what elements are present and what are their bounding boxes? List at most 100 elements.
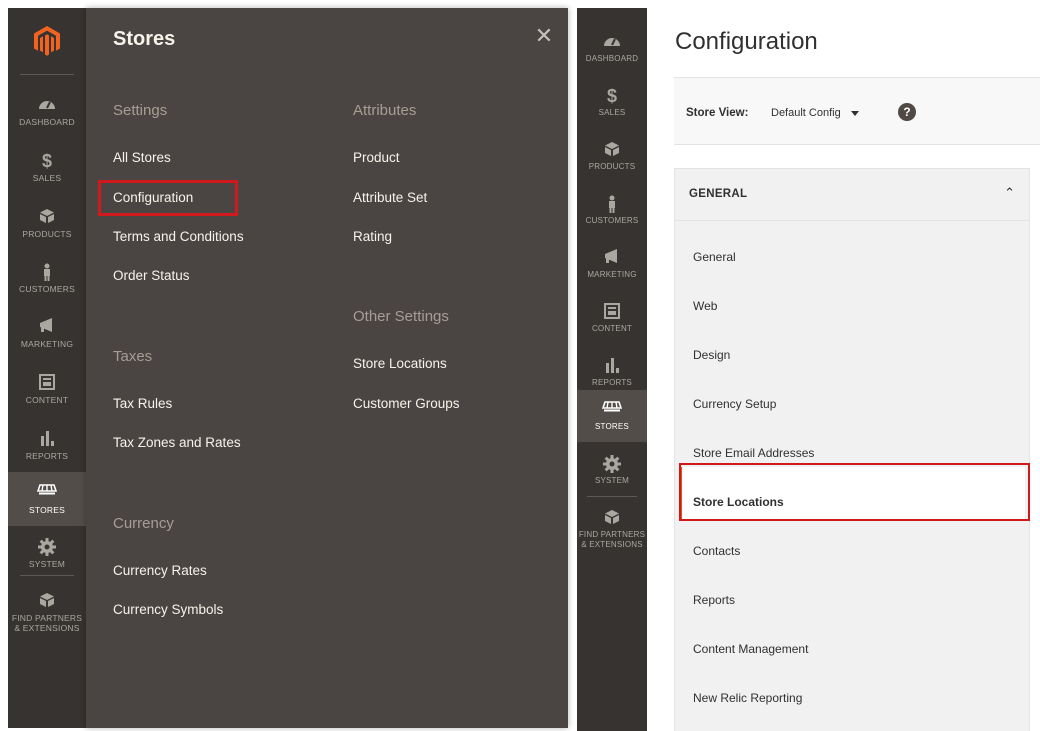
config-tab-new-relic-reporting[interactable]: New Relic Reporting xyxy=(693,691,802,705)
sidebar-item-customers[interactable]: CUSTOMERS xyxy=(577,184,647,236)
section-title-settings: Settings xyxy=(113,102,168,119)
sidebar-divider xyxy=(20,74,74,75)
sidebar-item-content[interactable]: CONTENT xyxy=(577,292,647,344)
store-view-dropdown[interactable]: Default Config xyxy=(771,107,841,119)
sidebar-label: CUSTOMERS xyxy=(19,283,75,294)
flyout-title: Stores xyxy=(113,28,176,50)
config-tab-content-management[interactable]: Content Management xyxy=(693,642,808,656)
menu-link-store-locations[interactable]: Store Locations xyxy=(353,356,447,371)
menu-link-rating[interactable]: Rating xyxy=(353,229,392,244)
section-title-other-settings: Other Settings xyxy=(353,308,449,325)
config-tab-currency-setup[interactable]: Currency Setup xyxy=(693,397,776,411)
config-tab-general[interactable]: General xyxy=(693,250,736,264)
menu-link-order-status[interactable]: Order Status xyxy=(113,268,190,283)
sidebar-label: SALES xyxy=(32,172,62,183)
sidebar-item-content[interactable]: CONTENT xyxy=(8,362,86,416)
sidebar-item-find-partners[interactable]: FIND PARTNERS & EXTENSIONS xyxy=(577,500,647,558)
sidebar-label: PRODUCTS xyxy=(588,161,636,171)
gear-icon xyxy=(603,454,621,473)
bar-chart-icon xyxy=(604,357,620,375)
dashboard-icon xyxy=(38,96,56,114)
store-view-switcher-bar: Store View: Default Config ? xyxy=(674,77,1040,145)
sidebar-item-stores[interactable]: STORES xyxy=(577,390,647,442)
dollar-icon: $ xyxy=(606,85,617,106)
dashboard-icon xyxy=(603,33,621,51)
sidebar-item-marketing[interactable]: MARKETING xyxy=(8,306,86,360)
config-tab-group-general: GENERAL ⌃ General Web Design Currency Se… xyxy=(674,168,1030,731)
sidebar-item-reports[interactable]: REPORTS xyxy=(8,418,86,472)
sidebar-label: REPORTS xyxy=(592,377,632,387)
box-icon xyxy=(604,141,620,159)
menu-link-currency-rates[interactable]: Currency Rates xyxy=(113,563,207,578)
menu-link-customer-groups[interactable]: Customer Groups xyxy=(353,396,460,411)
bar-chart-icon xyxy=(39,430,55,448)
chevron-up-icon[interactable]: ⌃ xyxy=(1004,185,1015,201)
store-view-label: Store View: xyxy=(686,107,749,119)
sidebar-item-dashboard[interactable]: DASHBOARD xyxy=(8,84,86,138)
sidebar-label: SALES xyxy=(598,107,626,117)
config-group-header[interactable]: GENERAL ⌃ xyxy=(675,169,1029,221)
sidebar-label: CONTENT xyxy=(25,394,69,405)
page-title: Configuration xyxy=(675,28,818,55)
admin-sidebar: DASHBOARD $ SALES PRODUCTS CUSTOMERS MAR… xyxy=(8,8,86,728)
menu-link-attribute-set[interactable]: Attribute Set xyxy=(353,190,427,205)
sidebar-item-sales[interactable]: $ SALES xyxy=(577,76,647,128)
menu-link-currency-symbols[interactable]: Currency Symbols xyxy=(113,602,223,617)
sidebar-item-system[interactable]: SYSTEM xyxy=(8,526,86,580)
section-title-attributes: Attributes xyxy=(353,102,417,119)
menu-link-tax-rules[interactable]: Tax Rules xyxy=(113,396,172,411)
sidebar-item-marketing[interactable]: MARKETING xyxy=(577,238,647,290)
box-icon xyxy=(39,208,55,226)
sidebar-item-system[interactable]: SYSTEM xyxy=(577,444,647,496)
sidebar-label: MARKETING xyxy=(20,338,74,349)
sidebar-divider xyxy=(587,496,637,497)
sidebar-item-find-partners[interactable]: FIND PARTNERS & EXTENSIONS xyxy=(8,582,86,642)
megaphone-icon xyxy=(603,248,621,267)
magento-logo[interactable] xyxy=(8,8,86,74)
menu-link-all-stores[interactable]: All Stores xyxy=(113,150,171,165)
help-icon[interactable]: ? xyxy=(898,103,916,121)
sidebar-item-sales[interactable]: $ SALES xyxy=(8,140,86,194)
config-tab-design[interactable]: Design xyxy=(693,348,730,362)
stores-menu-screenshot: DASHBOARD $ SALES PRODUCTS CUSTOMERS MAR… xyxy=(8,8,568,728)
close-icon[interactable]: ✕ xyxy=(534,25,554,47)
admin-sidebar: DASHBOARD $ SALES PRODUCTS CUSTOMERS MAR… xyxy=(577,8,647,731)
config-group-title: GENERAL xyxy=(689,188,748,200)
layout-icon xyxy=(604,302,620,321)
sidebar-divider xyxy=(20,575,74,576)
sidebar-item-products[interactable]: PRODUCTS xyxy=(577,130,647,182)
configuration-screenshot: DASHBOARD $ SALES PRODUCTS CUSTOMERS MAR… xyxy=(577,8,1040,731)
menu-link-tax-zones-and-rates[interactable]: Tax Zones and Rates xyxy=(113,435,241,450)
config-tab-web[interactable]: Web xyxy=(693,299,717,313)
box-icon xyxy=(39,592,55,610)
section-title-taxes: Taxes xyxy=(113,348,153,365)
menu-link-product[interactable]: Product xyxy=(353,150,400,165)
config-tab-reports[interactable]: Reports xyxy=(693,593,735,607)
storefront-icon xyxy=(602,400,622,419)
sidebar-label: DASHBOARD xyxy=(19,116,75,127)
sidebar-label: STORES xyxy=(29,504,65,515)
sidebar-label: CUSTOMERS xyxy=(585,215,639,225)
sidebar-label: MARKETING xyxy=(587,269,637,279)
highlight-box xyxy=(679,463,1030,521)
person-icon xyxy=(42,263,52,281)
config-tab-contacts[interactable]: Contacts xyxy=(693,544,740,558)
config-tab-store-email-addresses[interactable]: Store Email Addresses xyxy=(693,446,814,460)
stores-flyout-menu: Stores ✕ Settings All Stores Configurati… xyxy=(86,8,568,728)
sidebar-label: SYSTEM xyxy=(28,558,66,569)
sidebar-label: PRODUCTS xyxy=(22,228,72,239)
layout-icon xyxy=(39,373,55,392)
sidebar-item-dashboard[interactable]: DASHBOARD xyxy=(577,22,647,74)
section-title-currency: Currency xyxy=(113,515,174,532)
sidebar-item-products[interactable]: PRODUCTS xyxy=(8,196,86,250)
sidebar-item-customers[interactable]: CUSTOMERS xyxy=(8,251,86,305)
menu-link-terms-and-conditions[interactable]: Terms and Conditions xyxy=(113,229,244,244)
gear-icon xyxy=(38,537,56,556)
sidebar-label: DASHBOARD xyxy=(585,53,639,63)
sidebar-item-stores[interactable]: STORES xyxy=(8,472,86,526)
dollar-icon: $ xyxy=(41,150,52,171)
sidebar-label: STORES xyxy=(595,421,629,431)
chevron-down-icon[interactable] xyxy=(851,111,859,116)
magento-logo-icon xyxy=(34,26,60,56)
megaphone-icon xyxy=(38,317,56,336)
